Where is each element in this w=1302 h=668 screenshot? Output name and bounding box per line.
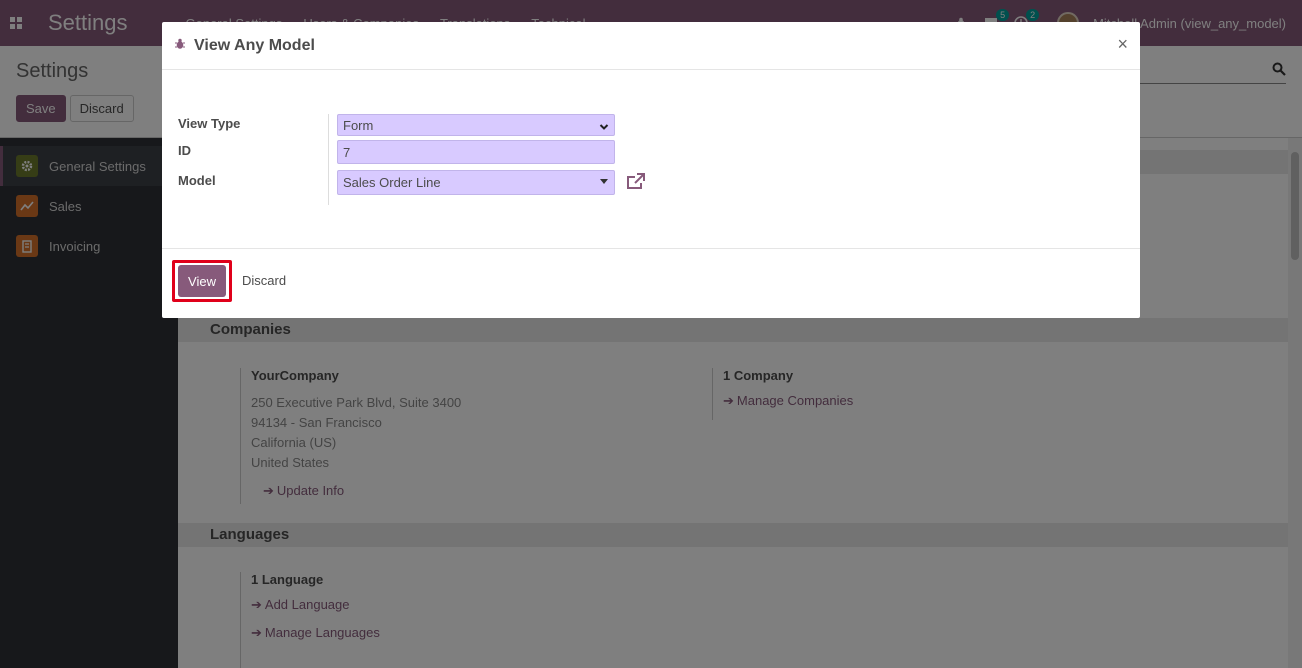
model-select[interactable]: Sales Order Line: [337, 170, 615, 195]
dialog-header: View Any Model ×: [162, 22, 1140, 70]
close-icon[interactable]: ×: [1117, 34, 1128, 55]
caret-down-icon: [600, 179, 608, 184]
view-type-label: View Type: [178, 116, 241, 131]
model-label: Model: [178, 173, 216, 188]
id-label: ID: [178, 143, 191, 158]
dialog-title: View Any Model: [194, 36, 315, 54]
dialog-discard-button[interactable]: Discard: [242, 273, 286, 288]
view-type-select[interactable]: Form: [337, 114, 615, 136]
external-link-icon[interactable]: [626, 173, 646, 194]
field-separator: [328, 114, 329, 205]
view-any-model-dialog: View Any Model × View Type Form ID 7 Mod…: [162, 22, 1140, 318]
view-button[interactable]: View: [178, 265, 226, 297]
bug-icon: [174, 38, 186, 53]
dialog-body: View Type Form ID 7 Model Sales Order Li…: [162, 70, 1140, 249]
id-input[interactable]: 7: [337, 140, 615, 164]
dialog-footer: View Discard: [162, 249, 1140, 317]
chevron-down-icon: [599, 120, 609, 135]
